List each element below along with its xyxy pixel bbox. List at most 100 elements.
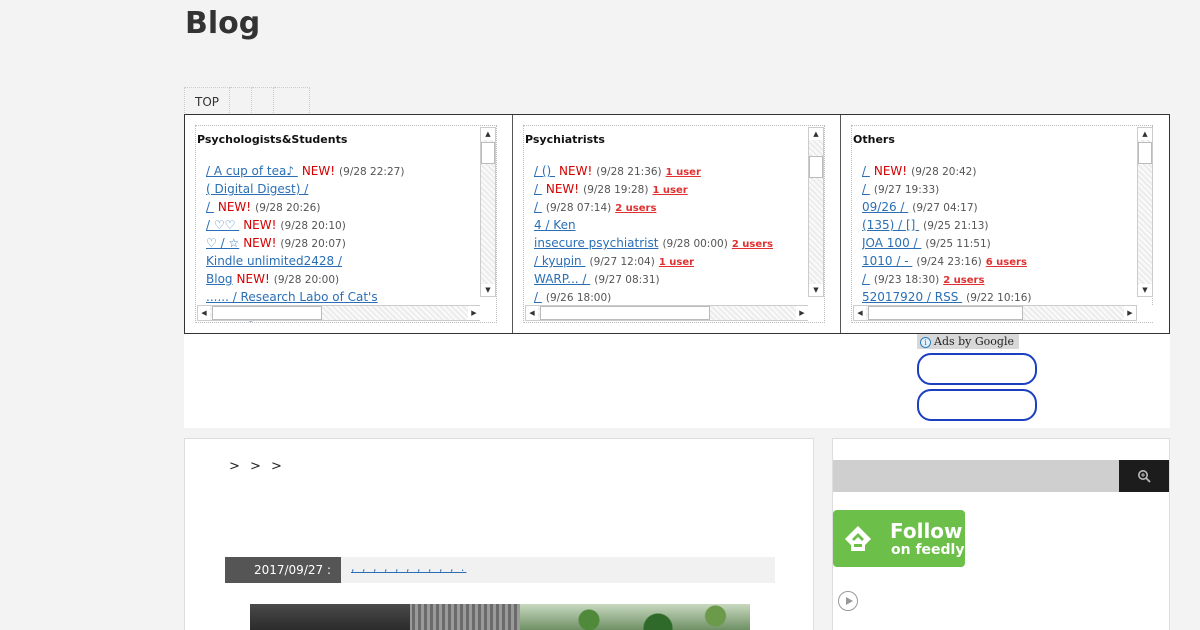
feed-link[interactable]: / ♡♡ — [206, 218, 239, 232]
ad-button-1[interactable] — [917, 353, 1037, 385]
post-timestamp: (9/28 20:10) — [280, 220, 346, 232]
new-badge: NEW! — [236, 272, 270, 286]
search-input[interactable] — [833, 460, 1119, 492]
horizontal-scrollbar[interactable]: ◀ ▶ — [853, 305, 1137, 321]
scroll-thumb[interactable] — [868, 306, 1023, 320]
post-image — [250, 604, 750, 630]
scroll-left-icon[interactable]: ◀ — [854, 306, 866, 320]
antenna-list: / () NEW! (9/28 21:36) 1 user / NEW! (9/28 … — [534, 162, 809, 306]
feed-link[interactable]: / A cup of tea♪ — [206, 164, 298, 178]
scroll-up-icon[interactable]: ▲ — [1138, 128, 1152, 140]
breadcrumb[interactable]: > > > — [229, 459, 285, 474]
ad-button-2[interactable] — [917, 389, 1037, 421]
feed-link[interactable]: ( Digital Digest) / — [206, 182, 308, 196]
list-item: / A cup of tea♪ NEW! (9/28 22:27) — [206, 162, 481, 180]
scroll-down-icon[interactable]: ▼ — [809, 284, 823, 296]
vertical-scrollbar[interactable]: ▲ ▼ — [808, 127, 824, 297]
bookmark-users-badge[interactable]: 2 users — [615, 203, 656, 214]
post-tags[interactable]: , , , , , , , , , , . — [351, 561, 466, 574]
scroll-left-icon[interactable]: ◀ — [198, 306, 210, 320]
follow-on-feedly-button[interactable]: Follow on feedly — [833, 510, 965, 567]
info-icon[interactable]: i — [920, 337, 931, 348]
feedly-icon — [845, 526, 871, 551]
new-badge: NEW! — [873, 164, 908, 178]
scroll-down-icon[interactable]: ▼ — [1138, 284, 1152, 296]
feed-link[interactable]: / — [862, 164, 870, 178]
feedly-follow-label: Follow — [890, 519, 963, 543]
vertical-scrollbar[interactable]: ▲ ▼ — [480, 127, 496, 297]
play-icon[interactable] — [838, 591, 858, 611]
bookmark-users-badge[interactable]: 1 user — [659, 257, 694, 268]
ads-by-google-label[interactable]: i Ads by Google — [917, 334, 1019, 349]
post-timestamp: (9/28 21:36) — [596, 166, 662, 178]
post-timestamp: (9/25 21:13) — [923, 220, 989, 232]
scroll-right-icon[interactable]: ▶ — [1124, 306, 1136, 320]
feed-link[interactable]: ...... / Research Labo of Cat's — [206, 290, 378, 304]
search-button[interactable] — [1119, 460, 1169, 492]
antenna-panel-frame: Others / NEW! (9/28 20:42) / (9/27 19:33)… — [851, 125, 1153, 323]
new-badge: NEW! — [243, 218, 277, 232]
bookmark-users-badge[interactable]: 2 users — [943, 275, 984, 286]
horizontal-scrollbar[interactable]: ◀ ▶ — [197, 305, 481, 321]
blog-title[interactable]: Blog — [185, 6, 260, 41]
feed-link[interactable]: insecure psychiatrist — [534, 236, 658, 250]
feed-link[interactable]: / — [862, 182, 870, 196]
main-content-card: > > > 2017/09/27 : , , , , , , , , , , . — [184, 438, 814, 630]
tab-empty-1[interactable] — [230, 87, 253, 115]
scroll-thumb[interactable] — [540, 306, 710, 320]
scroll-right-icon[interactable]: ▶ — [796, 306, 808, 320]
list-item: / NEW! (9/28 20:26) — [206, 198, 481, 216]
post-timestamp: (9/27 04:17) — [912, 202, 978, 214]
feed-link[interactable]: 09/26 / — [862, 200, 908, 214]
feed-link[interactable]: Blog — [206, 272, 233, 286]
feed-link[interactable]: JOA 100 / — [862, 236, 921, 250]
antenna-panel-title: Others — [853, 133, 895, 146]
scroll-up-icon[interactable]: ▲ — [809, 128, 823, 140]
feed-link[interactable]: / kyupin — [534, 254, 585, 268]
scroll-thumb[interactable] — [1138, 142, 1152, 164]
post-timestamp: (9/28 20:00) — [273, 274, 340, 286]
feed-link[interactable]: WARP... / — [534, 272, 590, 286]
feed-link[interactable]: / — [534, 200, 542, 214]
feedly-on-label: on feedly — [891, 542, 965, 558]
feed-link[interactable]: (135) / [] — [862, 218, 919, 232]
antenna-panel: Psychologists&Students / A cup of tea♪ N… — [185, 115, 513, 333]
feed-link[interactable]: ♡ / ☆ — [206, 236, 239, 250]
list-item: / (9/23 18:30) 2 users — [862, 270, 1137, 288]
feed-link[interactable]: 52017920 / RSS — [862, 290, 962, 304]
list-item: (135) / [] (9/25 21:13) — [862, 216, 1137, 234]
horizontal-scrollbar[interactable]: ◀ ▶ — [525, 305, 809, 321]
scroll-corner — [808, 305, 824, 321]
feed-link[interactable]: 1010 / - — [862, 254, 912, 268]
bookmark-users-badge[interactable]: 1 user — [666, 167, 701, 178]
scroll-down-icon[interactable]: ▼ — [481, 284, 495, 296]
feed-link[interactable]: / — [206, 200, 214, 214]
bookmark-users-badge[interactable]: 2 users — [732, 239, 773, 250]
feed-link[interactable]: / — [534, 290, 542, 304]
tab-empty-2[interactable] — [252, 87, 275, 115]
list-item: ( Digital Digest) / — [206, 180, 481, 198]
scroll-up-icon[interactable]: ▲ — [481, 128, 495, 140]
scroll-thumb[interactable] — [212, 306, 322, 320]
bookmark-users-badge[interactable]: 6 users — [986, 257, 1027, 268]
post-timestamp: (9/28 00:00) — [662, 238, 728, 250]
feed-link[interactable]: / — [862, 272, 870, 286]
post-image-roof — [250, 604, 520, 630]
feed-link[interactable]: / — [534, 182, 542, 196]
scroll-right-icon[interactable]: ▶ — [468, 306, 480, 320]
feed-link[interactable]: Kindle unlimited2428 / — [206, 254, 342, 268]
list-item: insecure psychiatrist (9/28 00:00) 2 users — [534, 234, 809, 252]
list-item: / NEW! (9/28 20:42) — [862, 162, 1137, 180]
bookmark-users-badge[interactable]: 1 user — [652, 185, 687, 196]
scroll-thumb[interactable] — [481, 142, 495, 164]
tab-empty-3[interactable] — [274, 87, 311, 115]
scroll-left-icon[interactable]: ◀ — [526, 306, 538, 320]
post-timestamp: (9/26 18:00) — [545, 292, 612, 304]
vertical-scrollbar[interactable]: ▲ ▼ — [1137, 127, 1153, 297]
post-timestamp: (9/23 18:30) — [873, 274, 940, 286]
scroll-thumb[interactable] — [809, 156, 823, 178]
tab-top[interactable]: TOP — [185, 87, 231, 115]
feed-link[interactable]: 4 / Ken — [534, 218, 576, 232]
post-timestamp: (9/28 20:42) — [911, 166, 977, 178]
feed-link[interactable]: / () — [534, 164, 555, 178]
